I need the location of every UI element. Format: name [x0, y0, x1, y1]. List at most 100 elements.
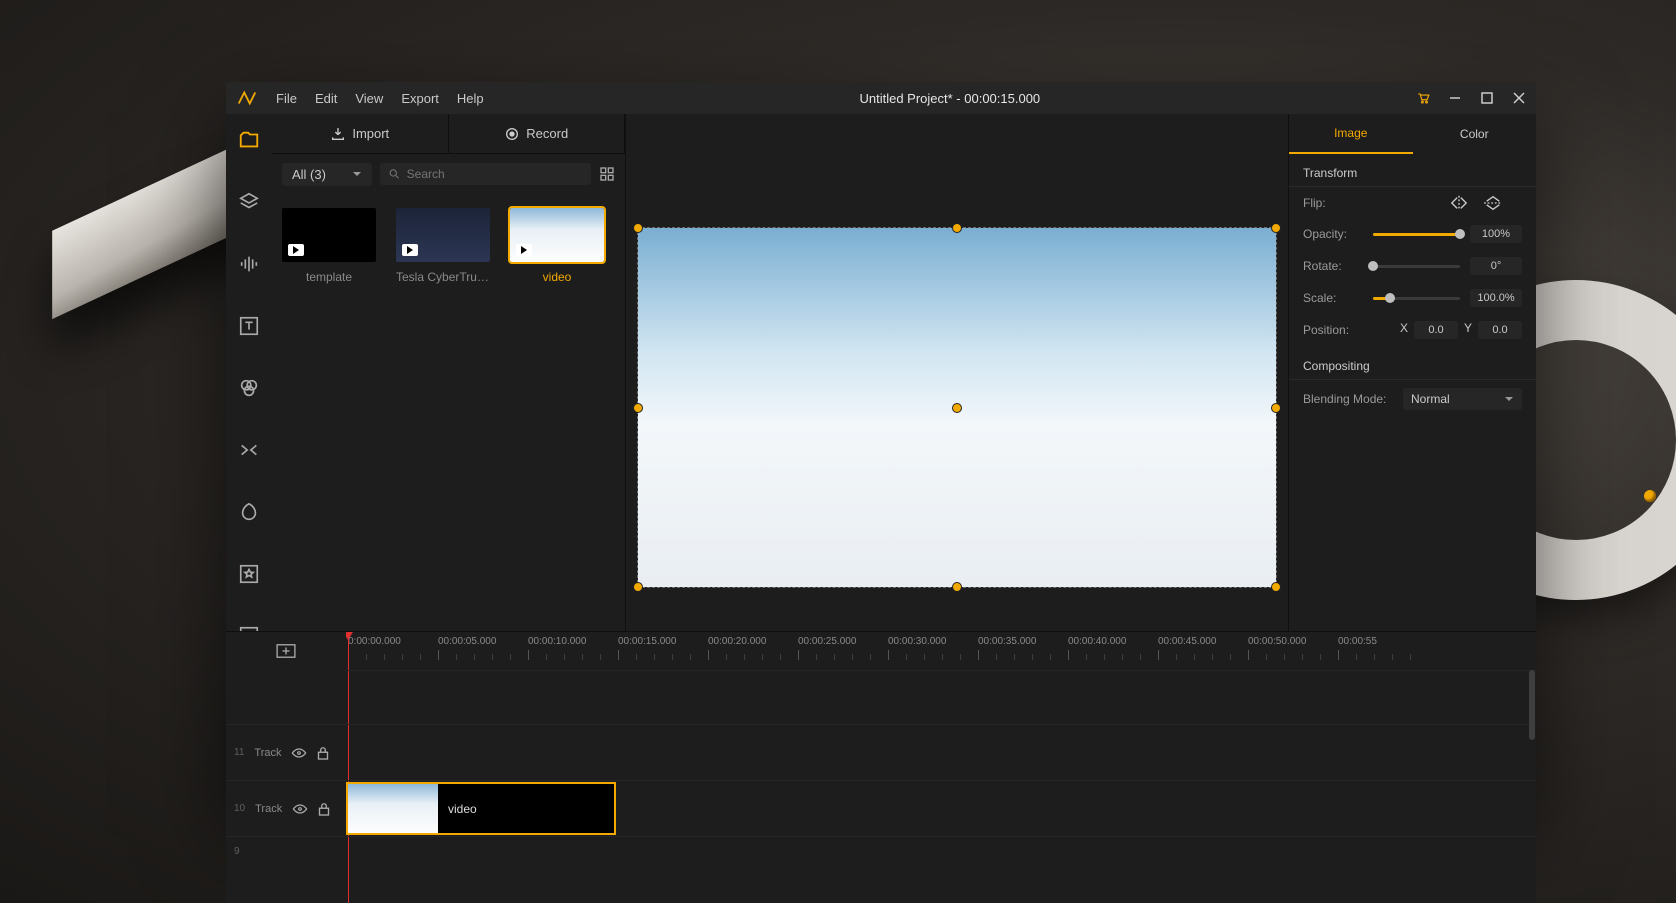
sidebar-transitions-icon[interactable] — [226, 430, 272, 470]
import-tab[interactable]: Import — [272, 114, 449, 153]
lock-icon[interactable] — [318, 802, 330, 816]
media-item-cybertruck[interactable]: Tesla CyberTruc... — [396, 208, 490, 284]
ruler-tick-label: 00:00:30.000 — [888, 636, 946, 647]
ruler-tick-label: 00:00:05.000 — [438, 636, 496, 647]
section-transform: Transform — [1289, 154, 1536, 187]
play-badge-icon — [288, 244, 304, 256]
transform-handle[interactable] — [952, 582, 962, 592]
record-icon — [504, 126, 520, 142]
tab-image[interactable]: Image — [1289, 114, 1413, 154]
pos-y-value[interactable]: 0.0 — [1478, 321, 1522, 339]
play-badge-icon — [516, 244, 532, 256]
opacity-slider[interactable] — [1373, 233, 1460, 236]
blend-label: Blending Mode: — [1303, 392, 1393, 406]
ruler-tick-label: 00:00:15.000 — [618, 636, 676, 647]
scale-slider[interactable] — [1373, 297, 1460, 300]
media-grid: template Tesla CyberTruc... video — [272, 194, 625, 298]
lock-icon[interactable] — [317, 746, 329, 760]
timeline-tracks[interactable]: 0:00:00.00000:00:05.00000:00:10.00000:00… — [346, 632, 1536, 903]
rotate-value[interactable]: 0° — [1470, 257, 1522, 275]
menu-export[interactable]: Export — [401, 91, 439, 106]
blend-mode-select[interactable]: Normal — [1403, 388, 1522, 410]
timeline-clip-video[interactable]: video — [348, 784, 614, 833]
media-label: template — [306, 270, 352, 284]
media-thumb — [282, 208, 376, 262]
ruler-tick-label: 00:00:45.000 — [1158, 636, 1216, 647]
transform-handle[interactable] — [1271, 582, 1281, 592]
timeline-row-11[interactable] — [346, 724, 1536, 780]
flip-horizontal-icon[interactable] — [1450, 195, 1468, 211]
transform-handle[interactable] — [633, 403, 643, 413]
record-tab[interactable]: Record — [449, 114, 626, 153]
position-label: Position: — [1303, 323, 1363, 337]
blend-mode-value: Normal — [1411, 392, 1450, 406]
sidebar-media-icon[interactable] — [226, 120, 272, 160]
eye-icon[interactable] — [291, 747, 307, 759]
clip-thumb — [348, 784, 438, 833]
track-label: Track — [254, 747, 281, 759]
ruler-tick-label: 00:00:40.000 — [1068, 636, 1126, 647]
close-icon[interactable] — [1512, 91, 1526, 105]
menu-edit[interactable]: Edit — [315, 91, 337, 106]
grid-view-icon[interactable] — [599, 166, 615, 182]
section-compositing: Compositing — [1289, 347, 1536, 380]
media-item-template[interactable]: template — [282, 208, 376, 284]
sidebar-layers-icon[interactable] — [226, 182, 272, 222]
transform-handle[interactable] — [633, 582, 643, 592]
pos-x-label: X — [1400, 321, 1408, 339]
menu-file[interactable]: File — [276, 91, 297, 106]
minimize-icon[interactable] — [1448, 91, 1462, 105]
add-track-button[interactable] — [226, 632, 346, 670]
transform-handle[interactable] — [952, 223, 962, 233]
media-filter-value: All (3) — [292, 167, 326, 182]
rotate-label: Rotate: — [1303, 259, 1363, 273]
media-filter-select[interactable]: All (3) — [282, 163, 372, 186]
menu-view[interactable]: View — [355, 91, 383, 106]
sidebar-audio-icon[interactable] — [226, 244, 272, 284]
track-header-11[interactable]: 11 Track — [226, 724, 346, 780]
timeline-row-10[interactable]: video — [346, 780, 1536, 836]
media-item-video[interactable]: video — [510, 208, 604, 284]
transform-handle[interactable] — [1271, 403, 1281, 413]
flip-label: Flip: — [1303, 196, 1363, 210]
search-box[interactable] — [380, 163, 591, 185]
track-header-10[interactable]: 10 Track — [226, 780, 346, 836]
record-label: Record — [526, 126, 568, 141]
pos-x-value[interactable]: 0.0 — [1414, 321, 1458, 339]
transform-handle[interactable] — [1271, 223, 1281, 233]
sidebar-elements-icon[interactable] — [226, 554, 272, 594]
eye-icon[interactable] — [292, 803, 308, 815]
ruler-tick-label: 00:00:50.000 — [1248, 636, 1306, 647]
track-header-9[interactable]: 9 — [226, 836, 346, 866]
media-thumb — [510, 208, 604, 262]
preview-canvas[interactable] — [638, 228, 1276, 587]
sidebar-text-icon[interactable] — [226, 306, 272, 346]
transform-center-handle[interactable] — [952, 403, 962, 413]
opacity-label: Opacity: — [1303, 227, 1363, 241]
flip-vertical-icon[interactable] — [1484, 195, 1502, 211]
track-number: 11 — [234, 747, 244, 758]
sidebar-filters-icon[interactable] — [226, 368, 272, 408]
timeline-scrollbar[interactable] — [1528, 670, 1536, 903]
tab-color[interactable]: Color — [1413, 114, 1537, 154]
cart-icon[interactable] — [1416, 91, 1430, 105]
timeline-ruler[interactable]: 0:00:00.00000:00:05.00000:00:10.00000:00… — [346, 632, 1536, 670]
search-icon — [388, 167, 401, 181]
opacity-value[interactable]: 100% — [1470, 225, 1522, 243]
track-label: Track — [255, 803, 282, 815]
ruler-tick-label: 00:00:55 — [1338, 636, 1377, 647]
search-input[interactable] — [407, 167, 583, 181]
menu-help[interactable]: Help — [457, 91, 484, 106]
track-number: 10 — [234, 803, 245, 814]
import-label: Import — [352, 126, 389, 141]
scale-value[interactable]: 100.0% — [1470, 289, 1522, 307]
sidebar-effects-icon[interactable] — [226, 492, 272, 532]
transform-handle[interactable] — [633, 223, 643, 233]
ruler-tick-label: 0:00:00.000 — [348, 636, 401, 647]
clip-label: video — [438, 802, 477, 816]
ruler-tick-label: 00:00:35.000 — [978, 636, 1036, 647]
window-title: Untitled Project* - 00:00:15.000 — [502, 91, 1398, 106]
maximize-icon[interactable] — [1480, 91, 1494, 105]
rotate-slider[interactable] — [1373, 265, 1460, 268]
timeline-row-9[interactable] — [346, 836, 1536, 866]
